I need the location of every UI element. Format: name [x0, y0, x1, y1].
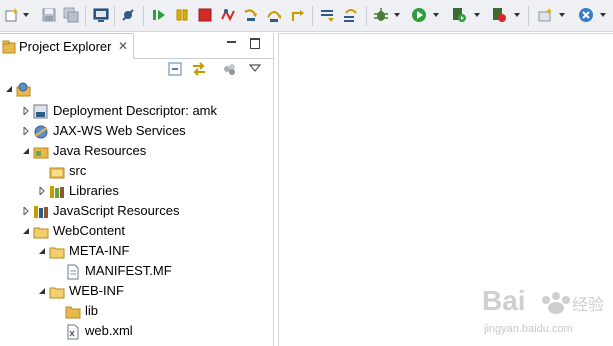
new-dropdown-icon[interactable] [23, 13, 29, 17]
coverage-icon[interactable] [491, 7, 507, 23]
svg-text:Bai: Bai [482, 285, 526, 316]
baidu-watermark: Bai 经验 jingyan.baidu.com [480, 280, 610, 342]
expand-triangle-icon[interactable] [22, 127, 30, 135]
new-icon[interactable] [4, 7, 20, 23]
project-explorer-icon [2, 40, 16, 54]
tree-label-web-inf: WEB-INF [69, 283, 124, 298]
folder-open-icon [49, 287, 65, 299]
tree-label-src: src [69, 163, 87, 178]
coverage-dropdown-icon[interactable] [514, 13, 520, 17]
debug-icon[interactable] [373, 7, 389, 23]
collapse-triangle-icon[interactable] [22, 227, 30, 235]
tree-label-manifest: MANIFEST.MF [85, 263, 172, 278]
tree-label-webcontent: WebContent [53, 223, 126, 238]
collapse-triangle-icon[interactable] [5, 85, 13, 93]
folder-open-icon [49, 247, 65, 259]
step-over-icon[interactable] [266, 7, 282, 23]
external-tools-dropdown-icon[interactable] [600, 13, 606, 17]
main-toolbar [0, 0, 613, 32]
maximize-icon[interactable] [250, 38, 260, 49]
expand-triangle-icon[interactable] [38, 187, 46, 195]
skip-breakpoints-icon[interactable] [120, 7, 136, 23]
tree-label-jaxws: JAX-WS Web Services [53, 123, 186, 138]
save-all-icon[interactable] [63, 7, 79, 23]
collapse-triangle-icon[interactable] [38, 247, 46, 255]
tree-label-meta-inf: META-INF [69, 243, 130, 258]
minimize-icon[interactable] [227, 41, 236, 43]
step-return-icon[interactable] [289, 7, 305, 23]
watermark-url: jingyan.baidu.com [484, 323, 573, 335]
deployment-descriptor-icon [33, 104, 48, 119]
save-icon[interactable] [41, 7, 57, 23]
expand-triangle-icon[interactable] [22, 207, 30, 215]
project-explorer-view: Project Explorer ✕ Deployment Descriptor… [0, 33, 274, 346]
close-icon[interactable]: ✕ [118, 39, 128, 53]
terminate-icon[interactable] [197, 7, 213, 23]
resume-icon[interactable] [151, 7, 167, 23]
collapse-all-icon[interactable] [168, 62, 182, 76]
use-step-filters-icon[interactable] [343, 7, 359, 23]
tree-label-libraries: Libraries [69, 183, 119, 198]
xml-file-icon [67, 324, 79, 340]
folder-icon [65, 306, 81, 319]
baidu-logo-icon: Bai 经验 [482, 285, 604, 316]
java-resources-icon [33, 147, 49, 159]
run-dropdown-icon[interactable] [433, 13, 439, 17]
tree-label-java-resources: Java Resources [53, 143, 147, 158]
external-tools-icon[interactable] [578, 7, 594, 23]
run-icon[interactable] [411, 7, 427, 23]
step-into-icon[interactable] [243, 7, 259, 23]
javascript-resources-icon [34, 206, 48, 218]
libraries-icon [50, 186, 64, 198]
run-server-dropdown-icon[interactable] [474, 13, 480, 17]
tab-project-explorer[interactable]: Project Explorer ✕ [0, 33, 134, 59]
new-project-dropdown-icon[interactable] [559, 13, 565, 17]
folder-open-icon [33, 227, 49, 239]
disconnect-icon[interactable] [220, 7, 236, 23]
view-title: Project Explorer [19, 39, 112, 54]
open-console-icon[interactable] [93, 7, 109, 23]
svg-text:经验: 经验 [572, 296, 604, 314]
web-services-icon [34, 125, 48, 139]
tree-label-deployment-descriptor: Deployment Descriptor: amk [53, 103, 217, 118]
web-project-icon [16, 82, 31, 97]
suspend-icon[interactable] [174, 7, 190, 23]
new-project-icon[interactable] [537, 7, 553, 23]
collapse-triangle-icon[interactable] [38, 287, 46, 295]
run-server-icon[interactable] [451, 7, 467, 23]
view-menu-icon[interactable] [249, 62, 261, 74]
file-icon [67, 264, 79, 280]
tree-label-js-resources: JavaScript Resources [53, 203, 180, 218]
tree-label-web-xml: web.xml [85, 323, 133, 338]
filters-icon[interactable] [222, 62, 236, 76]
tree-label-lib: lib [85, 303, 99, 318]
collapse-triangle-icon[interactable] [22, 147, 30, 155]
debug-dropdown-icon[interactable] [394, 13, 400, 17]
drop-to-frame-icon[interactable] [320, 7, 336, 23]
expand-triangle-icon[interactable] [22, 107, 30, 115]
link-with-editor-icon[interactable] [191, 62, 207, 76]
source-folder-icon [49, 167, 65, 179]
